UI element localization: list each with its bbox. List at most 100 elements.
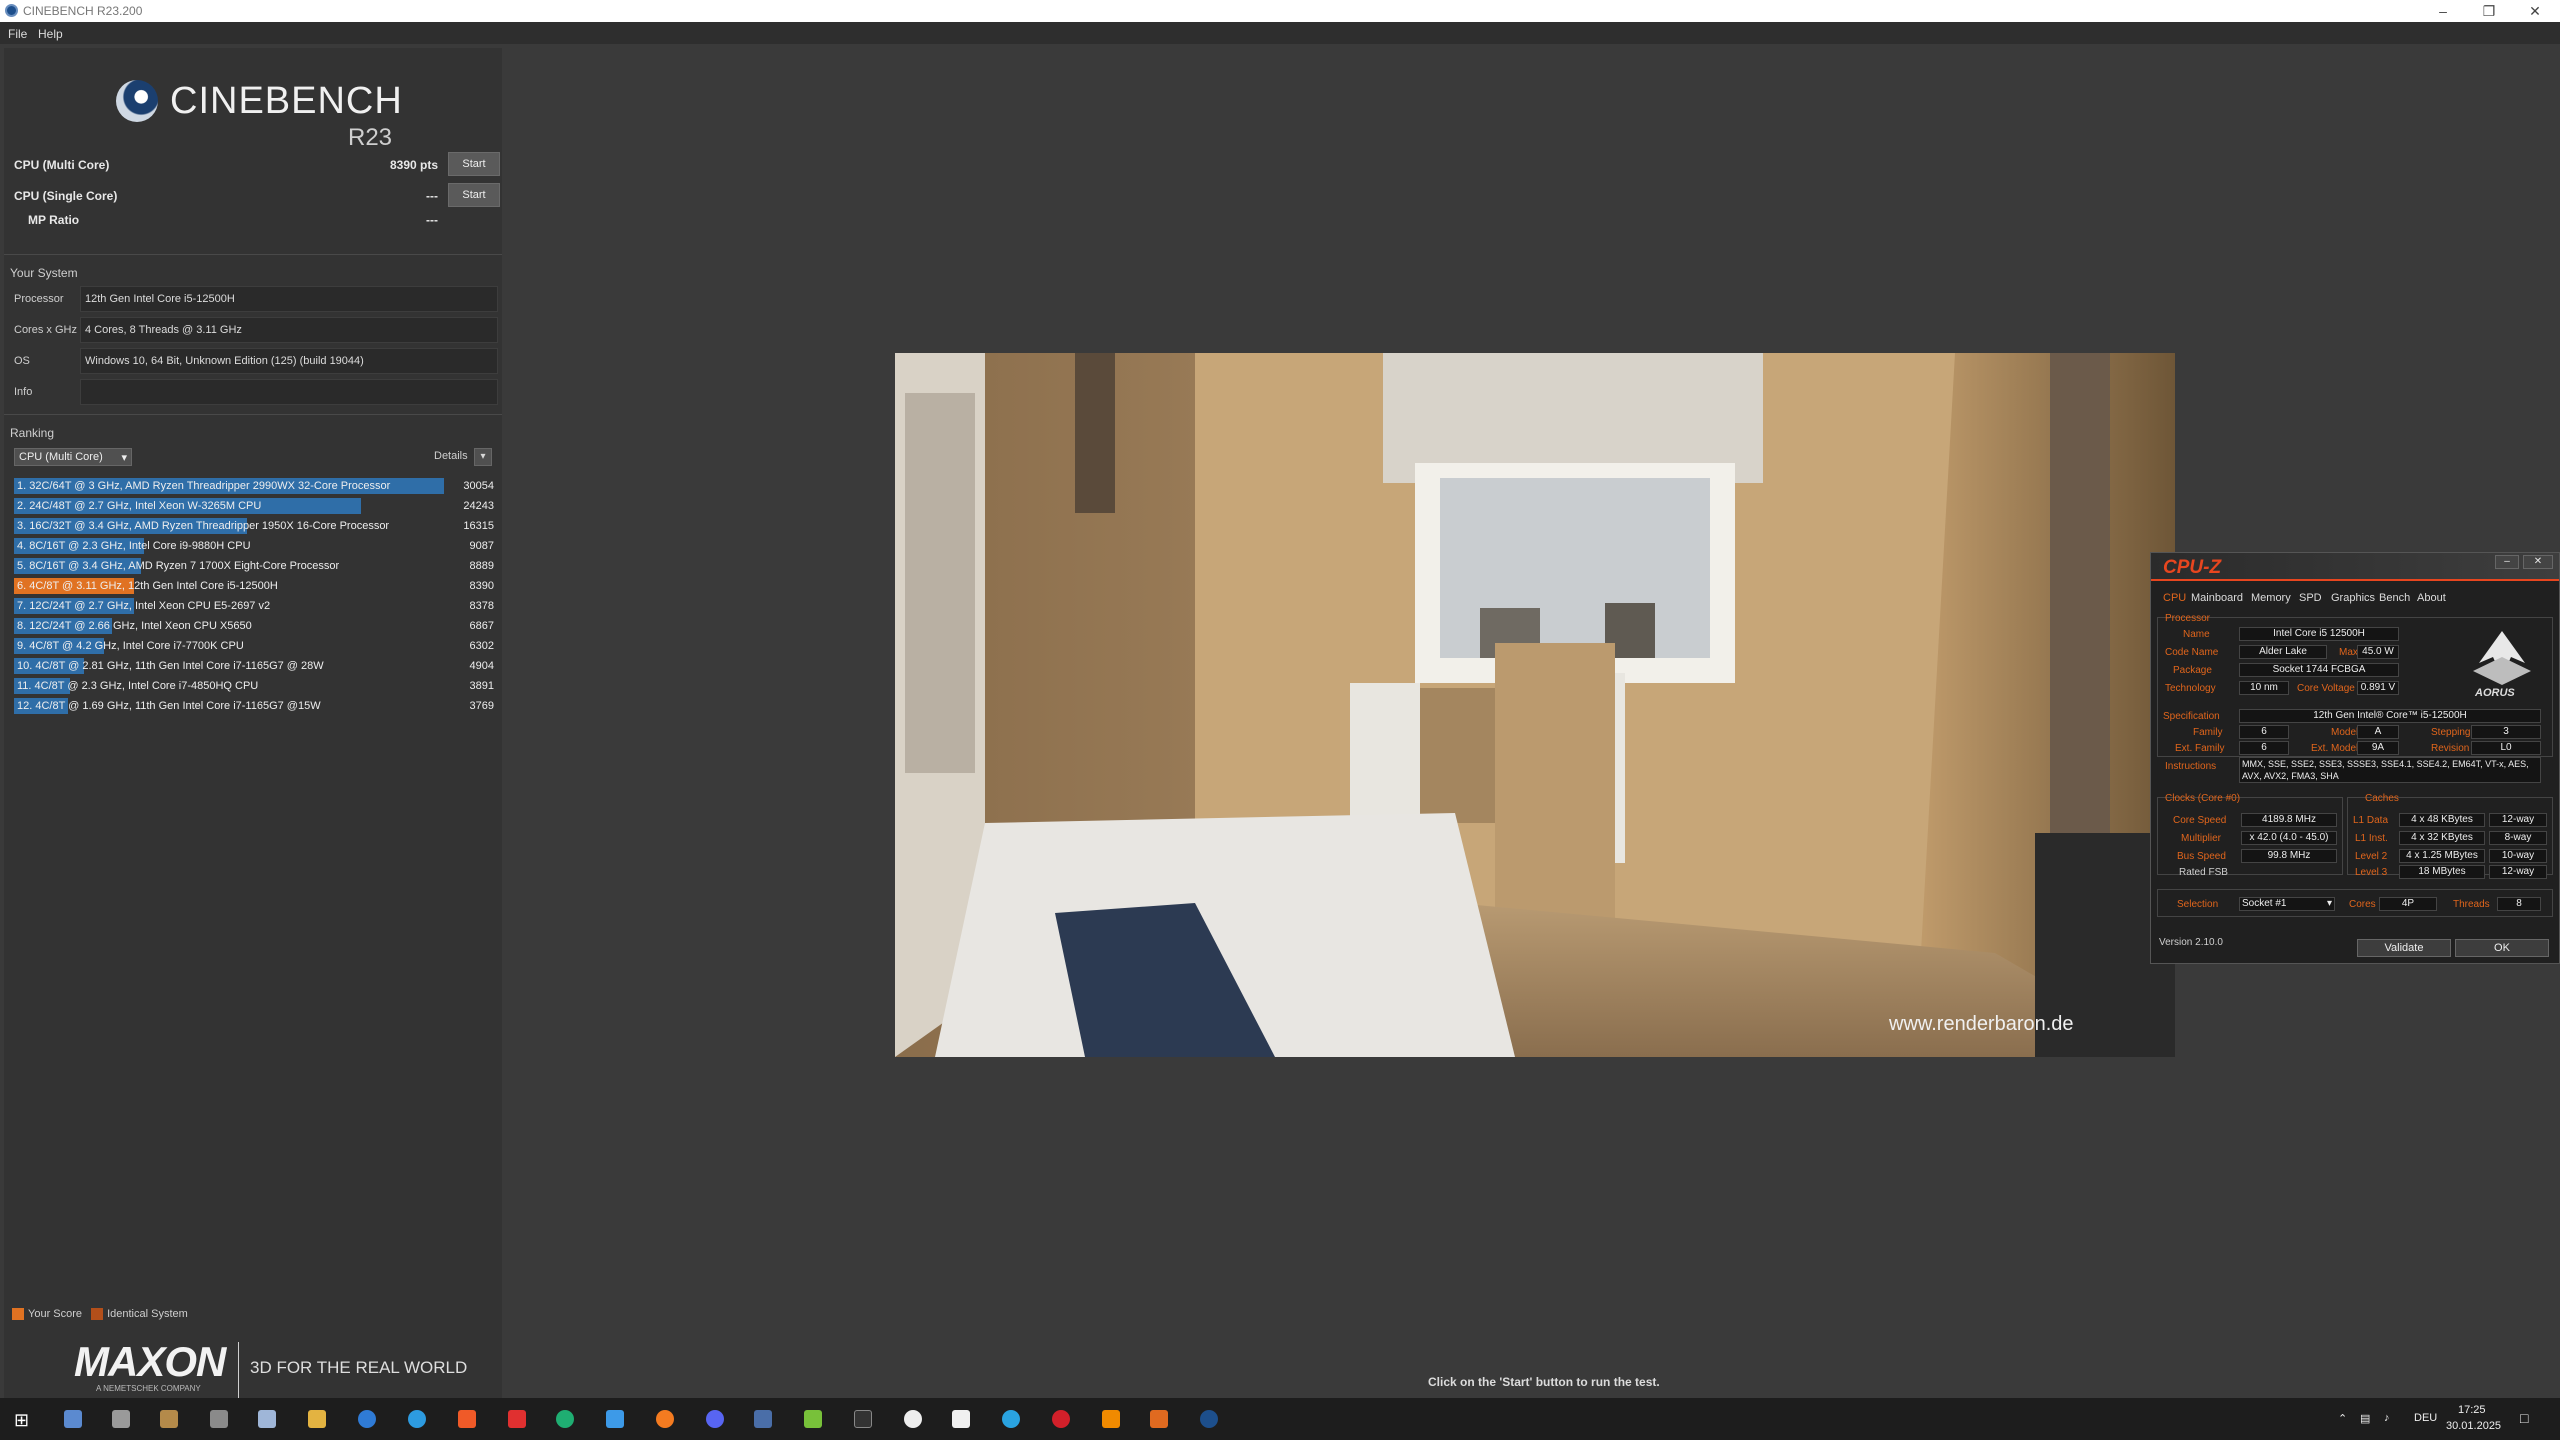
app-icon-15[interactable] [754,1410,772,1428]
ext-model-label: Ext. Model [2311,743,2359,754]
cpuz-taskbar-icon[interactable] [1150,1410,1168,1428]
name-value: Intel Core i5 12500H [2239,627,2399,641]
windows-start-icon[interactable]: ⊞ [14,1410,29,1431]
cpuz-title-bar: CPU-Z – ✕ [2151,553,2559,579]
epic-games-icon[interactable] [854,1410,872,1428]
menu-file[interactable]: File [8,27,27,41]
socket-select[interactable]: Socket #1 ▾ [2239,897,2335,911]
maxon-wordmark: MAXON [74,1338,226,1385]
ranking-row[interactable]: 4. 8C/16T @ 2.3 GHz, Intel Core i9-9880H… [14,536,494,556]
input-language[interactable]: DEU [2414,1412,2437,1424]
ok-button[interactable]: OK [2455,939,2549,957]
notification-icon[interactable]: □ [2520,1410,2528,1426]
ranking-row[interactable]: 8. 12C/24T @ 2.66 GHz, Intel Xeon CPU X5… [14,616,494,636]
app-icon-16[interactable] [804,1410,822,1428]
firefox-icon[interactable] [656,1410,674,1428]
clock-date[interactable]: 30.01.2025 [2446,1420,2501,1432]
cpuz-logo: CPU-Z [2163,557,2222,578]
opera-icon[interactable] [1052,1410,1070,1428]
cinebench-taskbar-icon[interactable] [1200,1410,1218,1428]
rated-fsb-label: Rated FSB [2179,867,2228,878]
cpuz-tab-graphics[interactable]: Graphics [2331,592,2375,604]
ranking-row[interactable]: 11. 4C/8T @ 2.3 GHz, Intel Core i7-4850H… [14,676,494,696]
package-label: Package [2173,665,2212,676]
ranking-row[interactable]: 1. 32C/64T @ 3 GHz, AMD Ryzen Threadripp… [14,476,494,496]
l1-data-value: 4 x 48 KBytes [2399,813,2485,827]
ranking-score: 8390 [469,580,494,592]
model-label: Model [2331,727,2359,738]
clock-time[interactable]: 17:25 [2458,1404,2486,1416]
multiplier-label: Multiplier [2181,833,2222,844]
volume-icon[interactable]: ♪ [2384,1412,2390,1424]
brave-icon[interactable] [458,1410,476,1428]
chevron-down-icon: ▾ [121,452,127,464]
validate-button[interactable]: Validate [2357,939,2451,957]
ranking-row[interactable]: 12. 4C/8T @ 1.69 GHz, 11th Gen Intel Cor… [14,696,494,716]
app-icon-5[interactable] [258,1410,276,1428]
details-label[interactable]: Details [434,450,468,462]
edge-icon[interactable] [556,1410,574,1428]
file-explorer-icon[interactable] [308,1410,326,1428]
cpuz-minimize-button[interactable]: – [2495,555,2519,569]
cpuz-tab-about[interactable]: About [2417,592,2446,604]
cpuz-tab-cpu[interactable]: CPU [2163,592,2186,604]
selection-label: Selection [2177,899,2219,910]
ranking-type-dropdown[interactable]: CPU (Multi Core) ▾ [14,448,132,466]
system-key: Processor [14,293,64,305]
identical-system-swatch [91,1308,104,1321]
ranking-row[interactable]: 10. 4C/8T @ 2.81 GHz, 11th Gen Intel Cor… [14,656,494,676]
app-icon-4[interactable] [210,1410,228,1428]
app-icon-12[interactable] [606,1410,624,1428]
system-key: Cores x GHz [14,324,77,336]
cpuz-tab-bench[interactable]: Bench [2379,592,2410,604]
caches-group-label: Caches [2365,793,2399,804]
ranking-row[interactable]: 9. 4C/8T @ 4.2 GHz, Intel Core i7-7700K … [14,636,494,656]
app-icon-8[interactable] [408,1410,426,1428]
single-core-score: --- [426,189,438,203]
l1-inst-value: 4 x 32 KBytes [2399,831,2485,845]
ranking-row[interactable]: 3. 16C/32T @ 3.4 GHz, AMD Ryzen Threadri… [14,516,494,536]
tray-chevron-up-icon[interactable]: ⌃ [2338,1412,2347,1425]
cpuz-tab-spd[interactable]: SPD [2299,592,2322,604]
maxon-tagline: 3D FOR THE REAL WORLD [250,1358,468,1377]
cpuz-tab-memory[interactable]: Memory [2251,592,2291,604]
details-chevron-icon[interactable]: ▾ [474,448,492,466]
cpuz-tab-mainboard[interactable]: Mainboard [2191,592,2243,604]
app-icon-1[interactable] [64,1410,82,1428]
vivaldi-icon[interactable] [508,1410,526,1428]
minimize-button[interactable]: – [2420,0,2466,22]
vlc-icon[interactable] [1102,1410,1120,1428]
system-value: 12th Gen Intel Core i5-12500H [80,286,498,312]
your-system-title: Your System [10,266,78,280]
single-core-start-button[interactable]: Start [448,183,500,207]
max-tdp-value: 45.0 W [2357,645,2399,659]
menu-help[interactable]: Help [38,27,63,41]
instructions-value: MMX, SSE, SSE2, SSE3, SSSE3, SSE4.1, SSE… [2239,757,2541,783]
telegram-icon[interactable] [1002,1410,1020,1428]
render-preview: www.renderbaron.de [895,353,2175,1057]
notepad-icon[interactable] [952,1410,970,1428]
level3-label: Level 3 [2355,867,2388,878]
window-title: CINEBENCH R23.200 [23,4,143,18]
ranking-row[interactable]: 7. 12C/24T @ 2.7 GHz, Intel Xeon CPU E5-… [14,596,494,616]
app-icon-7[interactable] [358,1410,376,1428]
network-icon[interactable]: ▤ [2360,1412,2370,1425]
ranking-label: 6. 4C/8T @ 3.11 GHz, 12th Gen Intel Core… [17,580,278,592]
app-icon-3[interactable] [160,1410,178,1428]
cpuz-accent-line [2151,579,2559,581]
threads-value: 8 [2497,897,2541,911]
cpuz-close-button[interactable]: ✕ [2523,555,2553,569]
ranking-row-your-score[interactable]: 6. 4C/8T @ 3.11 GHz, 12th Gen Intel Core… [14,576,494,596]
app-icon-18[interactable] [904,1410,922,1428]
discord-icon[interactable] [706,1410,724,1428]
info-field[interactable] [80,379,498,405]
app-icon-2[interactable] [112,1410,130,1428]
multi-core-score: 8390 pts [389,158,438,172]
maximize-button[interactable]: ❐ [2466,0,2512,22]
mp-ratio-row: MP Ratio --- [14,205,500,233]
multi-core-start-button[interactable]: Start [448,152,500,176]
ranking-row[interactable]: 2. 24C/48T @ 2.7 GHz, Intel Xeon W-3265M… [14,496,494,516]
ranking-row[interactable]: 5. 8C/16T @ 3.4 GHz, AMD Ryzen 7 1700X E… [14,556,494,576]
ranking-label: 8. 12C/24T @ 2.66 GHz, Intel Xeon CPU X5… [17,620,252,632]
close-button[interactable]: ✕ [2512,0,2558,22]
